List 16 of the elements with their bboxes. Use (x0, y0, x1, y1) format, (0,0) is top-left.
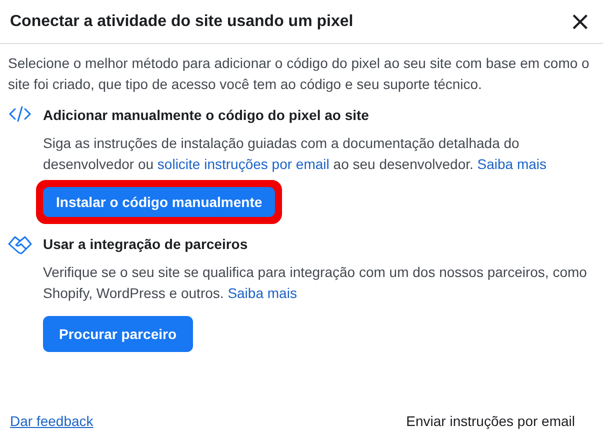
primary-button[interactable]: Instalar o código manualmente (43, 187, 276, 217)
handshake-icon (8, 235, 32, 255)
learn-link[interactable]: Saiba mais (477, 156, 547, 172)
option-title: Usar a integração de parceiros (43, 235, 249, 254)
learn-link[interactable]: solicite instruções por email (157, 156, 330, 172)
close-button[interactable]: × (569, 12, 591, 32)
option-description: Siga as instruções de instalação guiadas com a documentação detalhada do desenvolvedor ou solicite instruções por email ao seu desenvolvedor. Saiba mais (43, 134, 548, 174)
feedback-link[interactable]: Dar feedback (10, 413, 94, 429)
learn-link[interactable]: Saiba mais (228, 285, 297, 301)
code-icon (8, 106, 32, 122)
option-description: Verifique se o seu site se qualifica para integração com um dos nossos parceiros, como Shopify, WordPress e outros. Saiba mais (43, 263, 588, 303)
option-title: Adicionar manualmente o código do pixel ao site (43, 106, 370, 125)
email-button[interactable]: Enviar instruções por email (406, 413, 575, 429)
dialog-title: Conectar a atividade do site usando um pixel (10, 12, 354, 30)
intro-text: Selecione o melhor método para adicionar o código do pixel ao seu site com base em como o site foi criado, que tipo de acesso você tem ao código e seu suporte técnico. (8, 54, 590, 94)
primary-button[interactable]: Procurar parceiro (43, 316, 192, 352)
